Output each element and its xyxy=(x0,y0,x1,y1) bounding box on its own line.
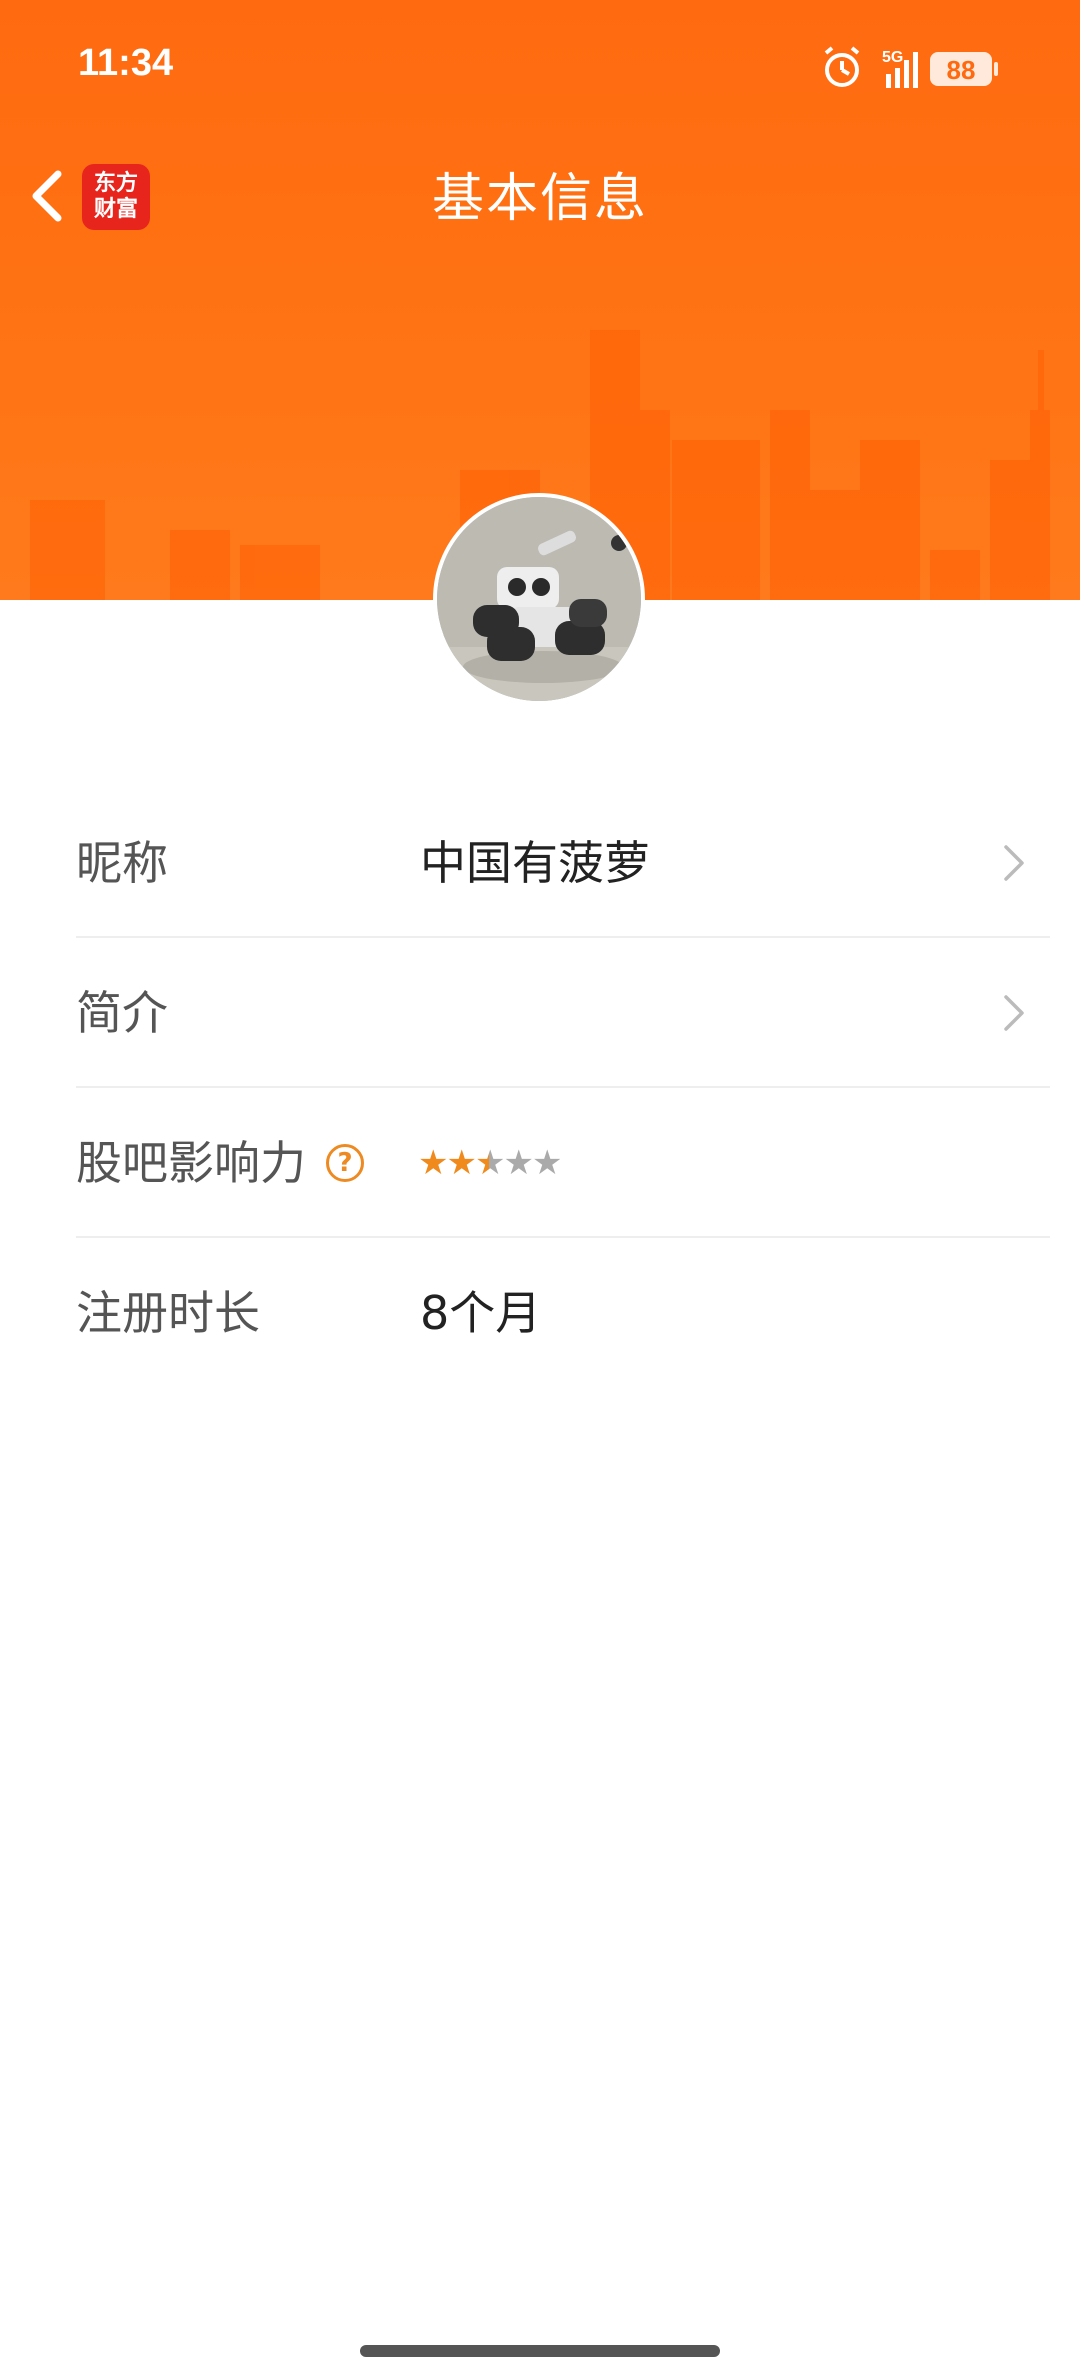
chevron-right-icon xyxy=(1004,845,1024,881)
page-title: 基本信息 xyxy=(431,169,648,229)
star-empty-icon: ★ xyxy=(531,1143,563,1183)
row-nickname[interactable]: 昵称 中国有菠萝 xyxy=(76,788,1050,938)
row-registration: 注册时长 8个月 xyxy=(76,1238,1050,1388)
status-bar: 11:34 5G 88 xyxy=(0,0,1080,130)
star-filled-icon: ★ xyxy=(446,1143,477,1183)
info-list: 昵称 中国有菠萝 简介 股吧影响力 ? ★★★★★ 注册时长 8个月 xyxy=(0,788,1080,1388)
influence-rating: ★★★★★ xyxy=(418,1088,563,1238)
registration-duration-value: 8个月 xyxy=(420,1286,542,1340)
row-label-nickname: 昵称 xyxy=(76,836,168,890)
row-label-bio: 简介 xyxy=(76,986,168,1040)
network-type: 5G xyxy=(882,49,903,66)
nickname-value: 中国有菠萝 xyxy=(420,836,650,890)
alarm-icon xyxy=(824,46,860,87)
star-half-icon: ★ xyxy=(474,1143,506,1183)
star-empty-icon: ★ xyxy=(503,1143,534,1183)
row-label-influence: 股吧影响力 xyxy=(76,1136,306,1190)
status-time: 11:34 xyxy=(78,42,174,84)
robot-avatar-image xyxy=(437,497,641,701)
navigation-bar: 东方 财富 基本信息 xyxy=(0,140,1080,250)
avatar[interactable] xyxy=(433,493,645,705)
question-circle-icon[interactable]: ? xyxy=(326,1144,364,1182)
status-icons: 5G 88 xyxy=(824,46,998,88)
chevron-right-icon xyxy=(1004,995,1024,1031)
row-bio[interactable]: 简介 xyxy=(76,938,1050,1088)
row-label-registration: 注册时长 xyxy=(76,1286,260,1340)
star-filled-icon: ★ xyxy=(418,1143,449,1183)
svg-text:88: 88 xyxy=(947,55,976,85)
row-influence: 股吧影响力 ? ★★★★★ xyxy=(76,1088,1050,1238)
battery-icon: 88 xyxy=(930,52,998,86)
home-indicator[interactable] xyxy=(360,2345,720,2357)
